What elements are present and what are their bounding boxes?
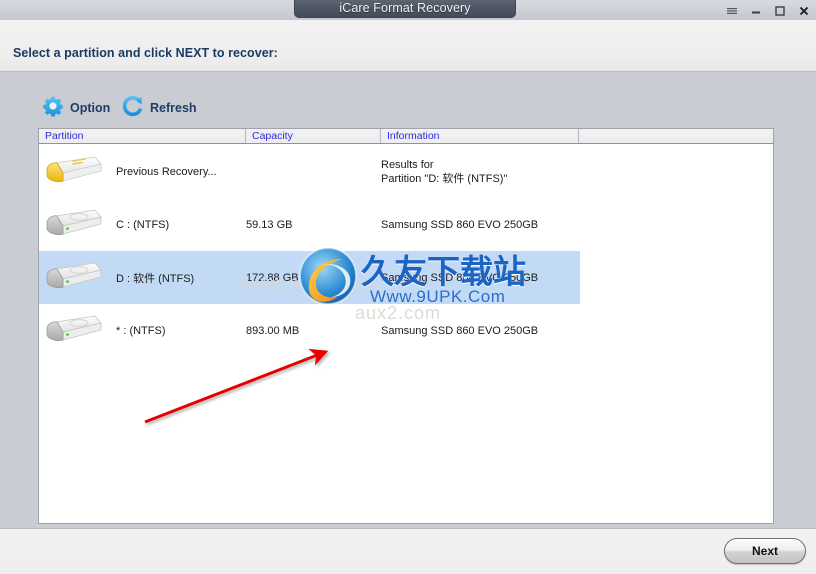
partition-label: * : (NTFS) [116,324,166,337]
option-button[interactable]: Option [42,93,110,123]
cell-information: Samsung SSD 860 EVO 250GB [381,251,681,304]
cell-partition: D : 软件 (NTFS) [39,251,246,304]
window-controls [726,2,810,18]
disk-icon-gray [43,313,105,349]
column-header-capacity[interactable]: Capacity [246,129,381,143]
cell-capacity: 59.13 GB [246,198,381,251]
maximize-icon[interactable] [774,4,786,17]
cell-partition: C : (NTFS) [39,198,246,251]
table-row[interactable]: C : (NTFS) 59.13 GB Samsung SSD 860 EVO 25… [39,198,773,251]
refresh-label: Refresh [150,101,197,115]
partition-label: Previous Recovery... [116,165,217,178]
table-header-row: Partition Capacity Information [38,128,774,144]
footer-bar [0,528,816,574]
disk-icon-gray [43,207,105,243]
menu-icon[interactable] [726,4,738,17]
option-label: Option [70,101,111,115]
cell-partition: Previous Recovery... [39,145,246,198]
partition-label: D : 软件 (NTFS) [116,272,195,285]
cell-partition: * : (NTFS) [39,304,246,357]
window-title: iCare Format Recovery [294,0,516,18]
gear-icon [42,95,64,122]
cell-information: Samsung SSD 860 EVO 250GB [381,198,681,251]
info-line-1: Samsung SSD 860 EVO 250GB [381,271,539,284]
app-window: iCare Format Recovery Select a partition… [0,0,816,574]
next-button[interactable]: Next [724,538,806,564]
column-header-blank[interactable] [579,129,773,143]
refresh-icon [122,95,144,122]
info-line-1: Results for [381,158,434,171]
page-title: Select a partition and click NEXT to rec… [13,46,278,60]
disk-icon-yellow [43,154,105,190]
info-line-2: Partition "D: 软件 (NTFS)" [381,172,508,185]
title-bar: iCare Format Recovery [0,0,816,20]
table-row[interactable]: D : 软件 (NTFS) 172.88 GB Samsung SSD 860 EV… [39,251,773,304]
info-line-1: Samsung SSD 860 EVO 250GB [381,218,539,231]
refresh-button[interactable]: Refresh [122,93,197,123]
watermark-faint-text-2: aux2.com [355,303,442,323]
prompt-band: Select a partition and click NEXT to rec… [0,20,816,72]
table-body: Previous Recovery... Results for Partition… [39,145,773,523]
watermark-faint-text: WWW.9UPK.COM [240,276,377,293]
table-row[interactable]: Previous Recovery... Results for Partition… [39,145,773,198]
cell-capacity [246,145,381,198]
info-line-1: Samsung SSD 860 EVO 250GB [381,324,539,337]
disk-icon-gray [43,260,105,296]
column-header-partition[interactable]: Partition [39,129,246,143]
column-header-information[interactable]: Information [381,129,579,143]
cell-information: Results for Partition "D: 软件 (NTFS)" [381,145,681,198]
minimize-icon[interactable] [750,4,762,17]
close-icon[interactable] [798,4,810,17]
capacity-label: 59.13 GB [246,218,293,231]
capacity-label: 893.00 MB [246,324,300,337]
partition-label: C : (NTFS) [116,218,170,231]
